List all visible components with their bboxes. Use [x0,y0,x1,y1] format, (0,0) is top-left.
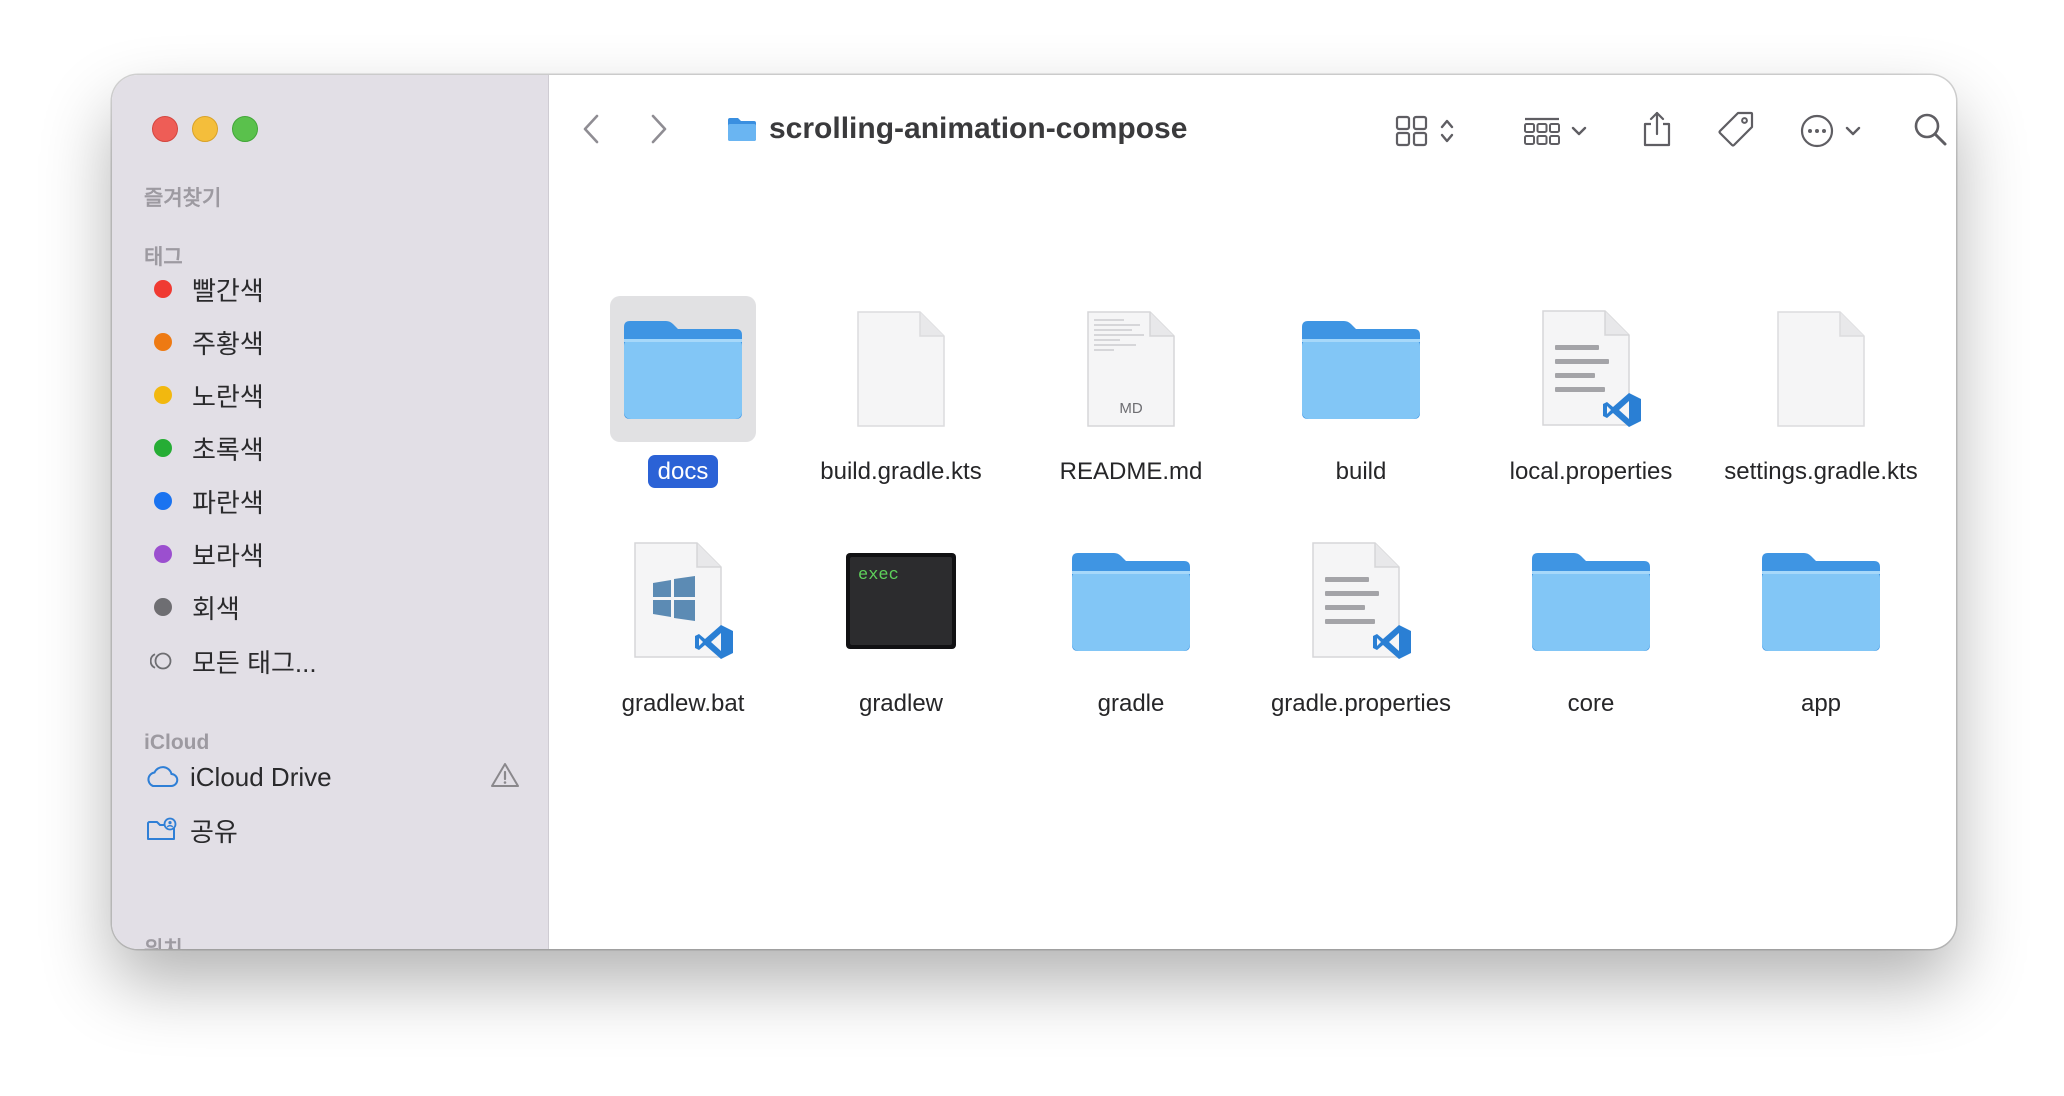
vscode-document-icon [1518,296,1664,442]
sidebar-all-tags[interactable]: 모든 태그... [144,637,528,685]
sidebar-section-locations: 위치 [144,933,183,949]
sidebar-item-label: iCloud Drive [190,761,332,792]
sidebar-tag-label: 주황색 [192,328,264,359]
tag-icon [1717,110,1755,153]
folder-icon [1058,528,1204,674]
file-name: app [1800,690,1842,717]
sidebar-tag-orange[interactable]: 주황색 [144,318,528,366]
markdown-file-icon: MD [1058,296,1204,442]
tag-dot-red [154,280,172,298]
sidebar-tag-green[interactable]: 초록색 [144,424,528,472]
file-name: gradle [1097,690,1165,717]
tag-dot-blue [154,492,172,510]
sidebar-tag-label: 회색 [192,593,240,624]
tag-dot-gray [154,598,172,616]
file-name: core [1567,690,1615,717]
sidebar-tag-yellow[interactable]: 노란색 [144,371,528,419]
sidebar-tag-gray[interactable]: 회색 [144,583,528,631]
group-by-icon [1523,116,1587,146]
sidebar-tag-label: 초록색 [192,434,264,465]
view-mode-button[interactable] [1385,105,1465,157]
share-button[interactable] [1631,105,1683,157]
tag-button[interactable] [1709,105,1763,157]
sidebar-tag-label: 빨간색 [192,275,264,306]
sidebar-tag-purple[interactable]: 보라색 [144,530,528,578]
finder-window: 즐겨찾기 태그 빨간색 주황색 노란색 초록색 파란색 보라색 회색 모든 태그… [112,75,1956,949]
sidebar-tag-red[interactable]: 빨간색 [144,265,528,313]
close-button[interactable] [152,116,178,142]
file-name: docs [647,455,719,488]
window-title-text: scrolling-animation-compose [769,112,1188,145]
search-icon [1912,111,1948,152]
tag-dot-orange [154,333,172,351]
sidebar-section-icloud: iCloud [144,731,210,754]
zoom-button[interactable] [232,116,258,142]
windows-batch-file-icon [610,528,756,674]
file-name: gradlew.bat [621,690,745,717]
document-icon [828,296,974,442]
sidebar-tag-label: 파란색 [192,487,264,518]
file-name: local.properties [1509,458,1673,485]
sidebar-section-favorites: 즐겨찾기 [144,187,222,210]
folder-icon [1518,528,1664,674]
grid-view-icon [1395,115,1455,147]
toolbar: scrolling-animation-compose [549,75,1956,187]
file-grid: docs build.gradle.kts MD README.md build [549,187,1956,949]
tag-dot-purple [154,545,172,563]
ellipsis-circle-icon [1799,113,1861,149]
search-button[interactable] [1905,105,1955,157]
file-name: settings.gradle.kts [1724,458,1918,485]
sidebar-tag-blue[interactable]: 파란색 [144,477,528,525]
tag-dot-green [154,439,172,457]
file-name: build.gradle.kts [820,458,982,485]
folder-icon [727,116,757,142]
cloud-icon [144,762,180,792]
sidebar-item-shared[interactable]: 공유 [144,806,528,854]
shared-folder-icon [144,815,180,845]
folder-icon [610,296,756,442]
terminal-exec-icon: exec [828,528,974,674]
sidebar-item-icloud-drive[interactable]: iCloud Drive [144,753,528,801]
back-button[interactable] [569,105,613,157]
chevron-right-icon [650,113,668,150]
sidebar-item-label: 공유 [190,816,238,847]
folder-icon [1748,528,1894,674]
all-tags-icon [150,646,176,676]
sidebar-tag-label: 보라색 [192,540,264,571]
more-actions-button[interactable] [1785,105,1875,157]
minimize-button[interactable] [192,116,218,142]
sidebar-all-tags-label: 모든 태그... [192,647,317,678]
sidebar-tag-label: 노란색 [192,381,264,412]
window-title: scrolling-animation-compose [727,101,1187,157]
warning-icon[interactable] [490,761,520,796]
file-name: gradlew [858,690,944,717]
exec-label: exec [858,566,899,585]
markdown-badge: MD [1119,400,1142,417]
share-icon [1641,110,1673,153]
file-name: gradle.properties [1270,690,1452,717]
forward-button[interactable] [637,105,681,157]
file-name: build [1335,458,1387,485]
group-by-button[interactable] [1513,105,1597,157]
folder-icon [1288,296,1434,442]
document-icon [1748,296,1894,442]
sidebar: 즐겨찾기 태그 빨간색 주황색 노란색 초록색 파란색 보라색 회색 모든 태그… [112,75,549,949]
chevron-left-icon [582,113,600,150]
tag-dot-yellow [154,386,172,404]
vscode-document-icon [1288,528,1434,674]
file-name: README.md [1059,458,1203,485]
